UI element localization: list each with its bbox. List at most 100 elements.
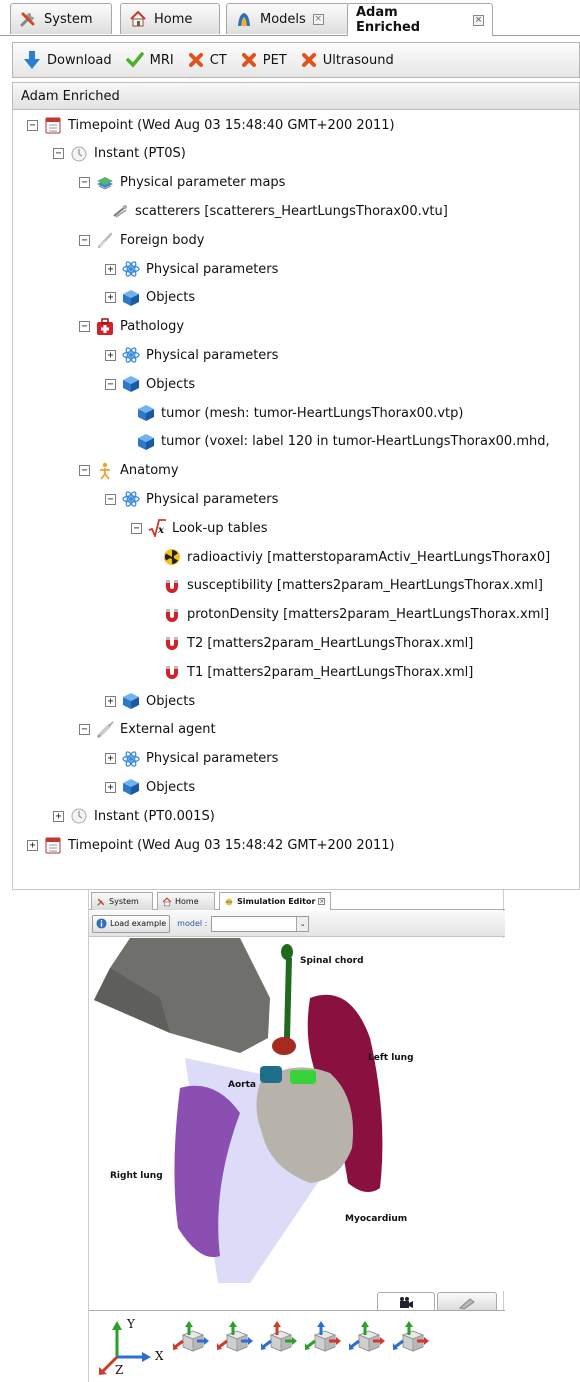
- tab-system[interactable]: System: [10, 3, 112, 34]
- tab-adam-enriched[interactable]: Adam Enriched ×: [347, 3, 493, 36]
- tree-node[interactable]: − Physical parameters: [105, 488, 278, 510]
- tree-node[interactable]: T1 [matters2param_HeartLungsThorax.xml]: [157, 661, 473, 683]
- load-example-button[interactable]: Load example: [92, 914, 171, 933]
- mri-button[interactable]: MRI: [125, 52, 182, 68]
- tree-node[interactable]: + Physical parameters: [105, 258, 278, 280]
- expand-toggle-icon[interactable]: +: [105, 349, 116, 361]
- view-orientation-button[interactable]: [349, 1321, 385, 1355]
- tree-node-label: radioactiviy [matterstoparamActiv_HeartL…: [187, 549, 551, 565]
- atom-icon: [122, 347, 140, 364]
- medkit-icon: [97, 317, 113, 335]
- expand-toggle-icon[interactable]: +: [105, 781, 116, 793]
- atom-icon: [122, 491, 140, 508]
- probe-icon: [458, 1297, 475, 1310]
- view-bottom-icon: [393, 1321, 429, 1352]
- tree-node[interactable]: protonDensity [matters2param_HeartLungsT…: [157, 604, 549, 626]
- tree-node[interactable]: − Physical parameter maps: [79, 172, 285, 194]
- collapse-toggle-icon[interactable]: −: [131, 522, 142, 534]
- tab-camera[interactable]: [377, 1292, 435, 1312]
- collapse-toggle-icon[interactable]: −: [105, 378, 116, 390]
- close-icon[interactable]: ×: [312, 13, 324, 25]
- 3d-viewport[interactable]: Spinal chord Left lung Aorta Right lung …: [90, 938, 504, 1291]
- close-icon[interactable]: ×: [473, 14, 484, 26]
- close-icon[interactable]: ×: [318, 898, 326, 905]
- tab-models[interactable]: Models ×: [226, 3, 350, 34]
- tab-label: System: [44, 11, 93, 27]
- tree-node-label: Objects: [146, 376, 196, 392]
- collapse-toggle-icon[interactable]: −: [79, 465, 90, 477]
- tab-probe[interactable]: [437, 1292, 497, 1312]
- tree-node[interactable]: radioactiviy [matterstoparamActiv_HeartL…: [157, 546, 550, 568]
- tree-node-label: Objects: [146, 779, 196, 795]
- view-orientation-button[interactable]: [393, 1321, 429, 1355]
- cube-icon: [123, 289, 139, 306]
- model-label: model :: [177, 919, 208, 928]
- tree-node[interactable]: tumor (voxel: label 120 in tumor-HeartLu…: [131, 431, 550, 453]
- tree-node[interactable]: − Foreign body: [79, 229, 204, 251]
- tree-node[interactable]: + Physical parameters: [105, 748, 278, 770]
- tree-node[interactable]: − Anatomy: [79, 460, 179, 482]
- collapse-toggle-icon[interactable]: −: [79, 321, 90, 333]
- sim-tab-system[interactable]: System: [91, 892, 153, 910]
- model-select[interactable]: ⌄: [211, 915, 310, 932]
- collapse-toggle-icon[interactable]: −: [27, 119, 38, 131]
- tree-node[interactable]: + Objects: [105, 690, 195, 712]
- pet-button[interactable]: PET: [241, 52, 295, 68]
- view-orientation-button[interactable]: [173, 1321, 209, 1355]
- collapse-toggle-icon[interactable]: −: [53, 148, 64, 160]
- collapse-toggle-icon[interactable]: −: [79, 234, 90, 246]
- cube-icon: [138, 433, 154, 450]
- tree-node-label: Instant (PT0S): [94, 146, 186, 162]
- tree-node[interactable]: susceptibility [matters2param_HeartLungs…: [157, 575, 543, 597]
- tree-node[interactable]: − Timepoint (Wed Aug 03 15:48:40 GMT+200 …: [27, 114, 395, 136]
- collapse-toggle-icon[interactable]: −: [79, 177, 90, 189]
- download-button[interactable]: Download: [23, 50, 120, 70]
- mri-label: MRI: [149, 52, 174, 68]
- expand-toggle-icon[interactable]: +: [105, 292, 116, 304]
- view-orientation-button[interactable]: [261, 1321, 297, 1355]
- expand-toggle-icon[interactable]: +: [105, 753, 116, 765]
- tree-node[interactable]: + Instant (PT0.001S): [53, 805, 215, 827]
- clock-icon: [71, 808, 87, 824]
- tree-node[interactable]: + Objects: [105, 287, 195, 309]
- expand-toggle-icon[interactable]: +: [27, 839, 38, 851]
- tree-node[interactable]: tumor (mesh: tumor-HeartLungsThorax00.vt…: [131, 402, 463, 424]
- expand-toggle-icon[interactable]: +: [53, 810, 64, 822]
- tree-node-label: Physical parameters: [146, 261, 279, 277]
- tree-node-label: Foreign body: [120, 232, 205, 248]
- spinal-chord-shape: [284, 958, 292, 1038]
- tree-node-label: Instant (PT0.001S): [94, 808, 215, 824]
- ultrasound-button[interactable]: Ultrasound: [301, 52, 402, 68]
- tree-node-label: tumor (voxel: label 120 in tumor-HeartLu…: [161, 434, 550, 450]
- tree-node[interactable]: − Instant (PT0S): [53, 143, 186, 165]
- label-aorta: Aorta: [228, 1080, 256, 1090]
- tree-node[interactable]: + Physical parameters: [105, 344, 278, 366]
- tree-node[interactable]: + Timepoint (Wed Aug 03 15:48:42 GMT+200 …: [27, 834, 395, 856]
- collapse-toggle-icon[interactable]: −: [105, 493, 116, 505]
- tab-label: Adam Enriched: [356, 5, 421, 35]
- download-arrow-icon: [24, 51, 40, 69]
- sim-tab-home[interactable]: Home: [157, 892, 215, 910]
- check-icon: [125, 52, 144, 68]
- collapse-toggle-icon[interactable]: −: [79, 724, 90, 736]
- tree-node[interactable]: − Pathology: [79, 316, 184, 338]
- tree-node[interactable]: − Objects: [105, 373, 195, 395]
- tree-node[interactable]: + Objects: [105, 776, 195, 798]
- view-orientation-button[interactable]: [305, 1321, 341, 1355]
- tree-node[interactable]: scatterers [scatterers_HeartLungsThorax0…: [105, 200, 448, 222]
- tree-node[interactable]: − x Look-up tables: [131, 517, 267, 539]
- axis-z-label: Z: [115, 1363, 124, 1377]
- tools-icon: [20, 12, 35, 27]
- ct-button[interactable]: CT: [188, 52, 235, 68]
- ct-label: CT: [209, 52, 227, 68]
- tree-node[interactable]: T2 [matters2param_HeartLungsThorax.xml]: [157, 632, 473, 654]
- view-orientation-button[interactable]: [217, 1321, 253, 1355]
- anatomy-render: [94, 938, 383, 1283]
- expand-toggle-icon[interactable]: +: [105, 263, 116, 275]
- sim-tab-simulation-editor[interactable]: Simulation Editor ×: [219, 892, 331, 910]
- expand-toggle-icon[interactable]: +: [105, 695, 116, 707]
- tree-node-label: Look-up tables: [172, 520, 268, 536]
- tab-home[interactable]: Home: [120, 3, 220, 34]
- tree-node[interactable]: − External agent: [79, 719, 216, 741]
- view-tab-bar: [377, 1290, 499, 1312]
